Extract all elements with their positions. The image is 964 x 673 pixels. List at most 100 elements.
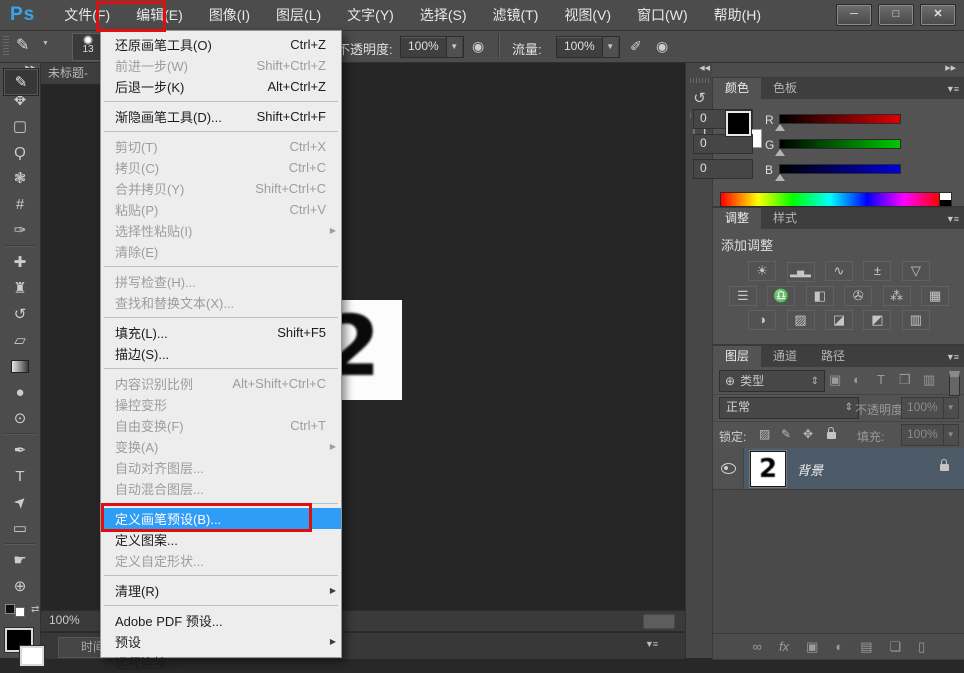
menu-item-step-backward[interactable]: 后退一步(K)Alt+Ctrl+Z	[101, 76, 341, 97]
menu-item-purge[interactable]: 清理(R)▶	[101, 580, 341, 601]
path-selection-tool[interactable]: ➤	[0, 489, 40, 515]
tab-swatches[interactable]: 色板	[761, 78, 809, 99]
visibility-toggle[interactable]	[713, 448, 744, 489]
chevron-down-icon[interactable]: ▼	[602, 37, 618, 57]
menu-filter[interactable]: 滤镜(T)	[480, 0, 552, 30]
blue-slider[interactable]	[779, 164, 901, 174]
hue-saturation-icon[interactable]: ☰	[729, 286, 757, 306]
zoom-level-status[interactable]: 100%	[49, 613, 80, 627]
panel-menu-icon[interactable]: ▼≡	[946, 352, 958, 362]
menu-window[interactable]: 窗口(W)	[624, 0, 701, 30]
menu-type[interactable]: 文字(Y)	[334, 0, 407, 30]
menu-item-fade-brush[interactable]: 渐隐画笔工具(D)...Shift+Ctrl+F	[101, 106, 341, 127]
photo-filter-icon[interactable]: ✇	[844, 286, 872, 306]
blue-slider-thumb[interactable]	[775, 174, 785, 181]
add-layer-mask-icon[interactable]: ▣	[806, 639, 818, 655]
green-slider-thumb[interactable]	[775, 149, 785, 156]
menu-layer[interactable]: 图层(L)	[263, 0, 334, 30]
rect-marquee-tool[interactable]: ▢	[0, 113, 40, 139]
pen-tool[interactable]: ✒	[0, 437, 40, 463]
exposure-icon[interactable]: ±	[863, 261, 891, 281]
type-layer-filter-icon[interactable]: T	[877, 372, 885, 387]
tab-channels[interactable]: 通道	[761, 346, 809, 367]
new-adjustment-layer-icon[interactable]: ◐	[835, 639, 843, 654]
tab-color[interactable]: 颜色	[713, 78, 761, 99]
tab-layers[interactable]: 图层	[713, 346, 761, 367]
flow-select[interactable]: 100% ▼	[556, 36, 620, 58]
new-group-icon[interactable]: ▤	[860, 639, 872, 655]
swap-colors-icon[interactable]: ⇄	[31, 604, 39, 615]
spot-healing-tool[interactable]: ✚	[0, 249, 40, 275]
eraser-tool[interactable]: ▱	[0, 327, 40, 353]
blue-value-field[interactable]: 0	[693, 159, 753, 179]
panel-menu-icon[interactable]: ▼≡	[946, 84, 958, 94]
airbrush-icon[interactable]: ✐	[630, 38, 642, 55]
filtering-toggle[interactable]	[949, 371, 960, 396]
gradient-tool[interactable]	[0, 353, 40, 379]
brush-tool[interactable]: ✎	[3, 68, 39, 96]
background-color-swatch[interactable]	[20, 646, 44, 666]
smart-object-filter-icon[interactable]: ▥	[923, 372, 935, 388]
spectrum-end-swatches[interactable]	[939, 192, 952, 207]
menu-item-presets[interactable]: 预设▶	[101, 631, 341, 652]
chevron-down-icon[interactable]: ▼	[446, 37, 462, 57]
menu-view[interactable]: 视图(V)	[551, 0, 624, 30]
type-tool[interactable]: T	[0, 463, 40, 489]
layer-effects-icon[interactable]: fx	[779, 639, 789, 654]
menu-image[interactable]: 图像(I)	[196, 0, 263, 30]
opacity-select[interactable]: 100% ▼	[400, 36, 464, 58]
brightness-contrast-icon[interactable]: ☀	[748, 261, 776, 281]
layer-opacity-select[interactable]: 100% ▼	[901, 397, 959, 419]
red-slider-thumb[interactable]	[775, 124, 785, 131]
tab-styles[interactable]: 样式	[761, 208, 809, 229]
lock-paint-icon[interactable]: ✎	[781, 427, 791, 441]
lock-transparent-icon[interactable]: ▨	[759, 427, 770, 441]
clone-stamp-tool[interactable]: ♜	[0, 275, 40, 301]
color-lookup-icon[interactable]: ▦	[921, 286, 949, 306]
delete-layer-icon[interactable]: ▯	[918, 639, 925, 655]
zoom-tool[interactable]: ⊕	[0, 573, 40, 599]
pressure-opacity-icon[interactable]: ◉	[472, 38, 484, 55]
layer-row-background[interactable]: 2 背景	[713, 448, 964, 490]
panel-menu-icon[interactable]: ▼≡	[645, 639, 657, 649]
red-slider[interactable]	[779, 114, 901, 124]
minimize-button[interactable]: ─	[836, 4, 872, 26]
shape-layer-filter-icon[interactable]: ❒	[899, 372, 911, 388]
brush-preset-icon[interactable]: ✎	[16, 35, 29, 55]
curves-icon[interactable]: ∿	[825, 261, 853, 281]
new-layer-icon[interactable]: ❏	[890, 639, 902, 655]
color-balance-icon[interactable]: ♎	[767, 286, 795, 306]
default-colors-control[interactable]: ⇄	[0, 599, 40, 617]
green-value-field[interactable]: 0	[693, 134, 753, 154]
history-panel-icon[interactable]: ↺	[686, 85, 713, 111]
lock-position-icon[interactable]: ✥	[803, 427, 813, 441]
shape-tool[interactable]: ▭	[0, 515, 40, 541]
menu-select[interactable]: 选择(S)	[407, 0, 480, 30]
crop-tool[interactable]: #	[0, 191, 40, 217]
pressure-size-icon[interactable]: ◉	[656, 38, 668, 55]
color-spectrum-ramp[interactable]	[720, 192, 940, 207]
foreground-color-swatch[interactable]	[726, 111, 751, 136]
maximize-button[interactable]: □	[878, 4, 914, 26]
chevron-down-icon[interactable]: ▼	[42, 40, 49, 47]
vibrance-icon[interactable]: ▽	[902, 261, 930, 281]
green-slider[interactable]	[779, 139, 901, 149]
levels-icon[interactable]: ▂▅▂	[787, 262, 815, 282]
tab-adjustments[interactable]: 调整	[713, 208, 761, 229]
selective-color-icon[interactable]: ◩	[863, 310, 891, 330]
history-brush-tool[interactable]: ↺	[0, 301, 40, 327]
eyedropper-tool[interactable]: ✑	[0, 217, 40, 243]
menu-item-stroke[interactable]: 描边(S)...	[101, 343, 341, 364]
adjustment-layer-filter-icon[interactable]: ◐	[853, 372, 861, 387]
hand-tool[interactable]: ☛	[0, 547, 40, 573]
close-button[interactable]: ✕	[920, 4, 956, 26]
dodge-tool[interactable]: ⊙	[0, 405, 40, 431]
channel-mixer-icon[interactable]: ⁂	[883, 286, 911, 306]
menu-item-remote-connections[interactable]: 远程连接...	[101, 652, 341, 673]
gradient-map-icon[interactable]: ▥	[902, 310, 930, 330]
invert-icon[interactable]: ◑	[748, 310, 776, 330]
menu-help[interactable]: 帮助(H)	[701, 0, 774, 30]
lock-all-icon[interactable]	[827, 432, 836, 439]
quick-selection-tool[interactable]: ❃	[0, 165, 40, 191]
menu-item-adobe-pdf-presets[interactable]: Adobe PDF 预设...	[101, 610, 341, 631]
